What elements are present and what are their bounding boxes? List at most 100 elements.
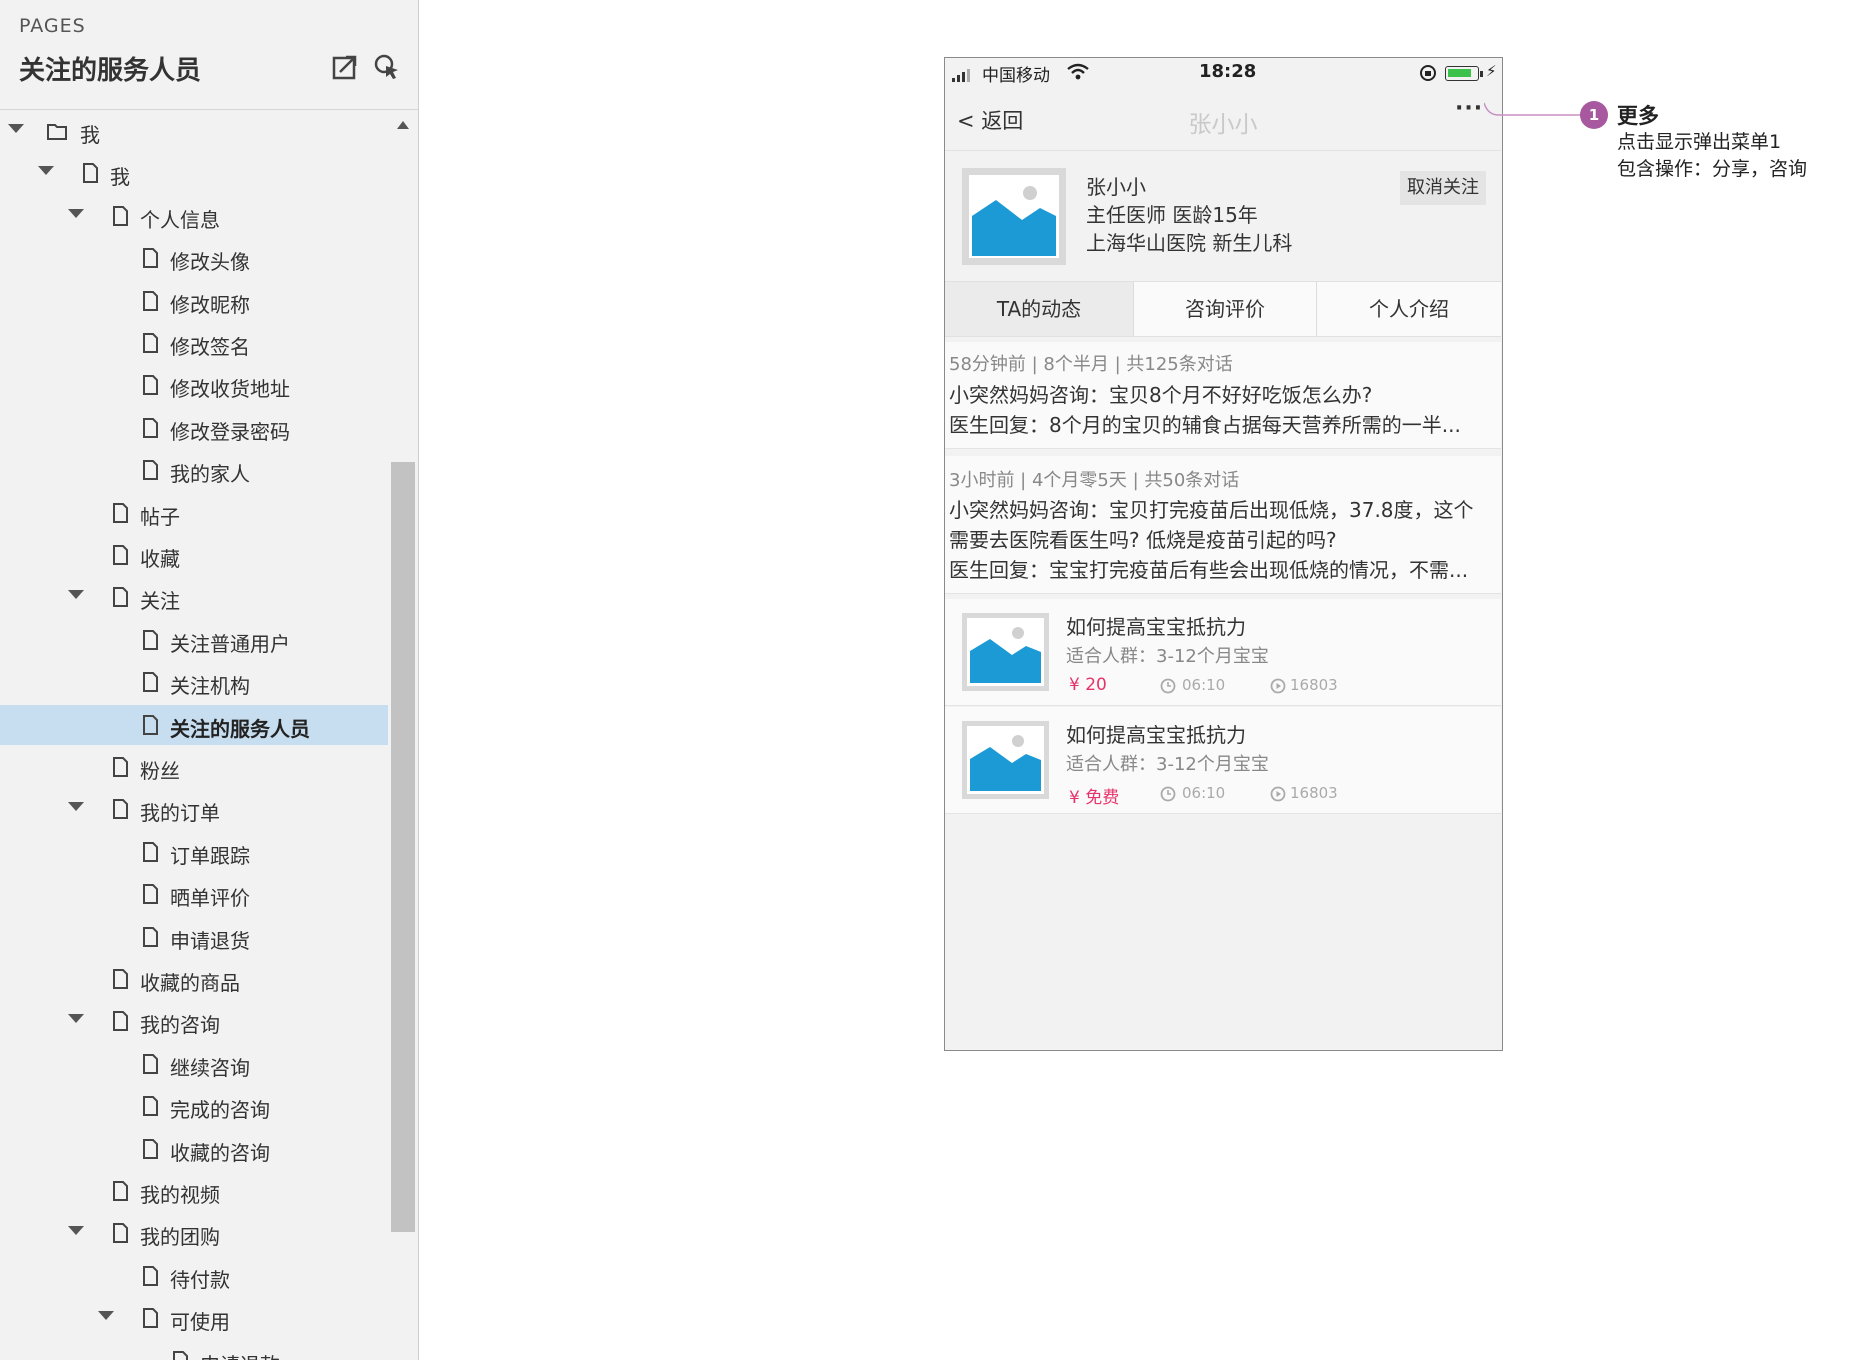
cursor-select-icon[interactable] — [372, 52, 402, 82]
tree-item-label: 我的咨询 — [140, 1013, 220, 1038]
more-button[interactable]: ··· — [1455, 96, 1483, 121]
tree-item[interactable]: 我 — [0, 153, 388, 193]
clock-icon — [1160, 786, 1176, 802]
tree-item-label: 修改昵称 — [170, 292, 250, 317]
tree-item[interactable]: 我的咨询 — [0, 1001, 388, 1041]
tree-item-label: 收藏的咨询 — [170, 1140, 270, 1165]
consult-question: 小突然妈妈咨询：宝贝打完疫苗后出现低烧，37.8度，这个 — [949, 498, 1474, 522]
page-icon — [143, 629, 158, 650]
tree-item-label: 修改签名 — [170, 335, 250, 359]
consult-question-cont: 需要去医院看医生吗? 低烧是疫苗引起的吗? — [949, 528, 1337, 552]
expand-arrow-icon[interactable] — [68, 1226, 84, 1236]
tree-item[interactable]: 申请退款 — [0, 1341, 388, 1360]
tree-item[interactable]: 修改头像 — [0, 238, 388, 278]
consult-meta: 58分钟前 | 8个半月 | 共125条对话 — [949, 354, 1233, 375]
tree-item[interactable]: 关注机构 — [0, 662, 388, 702]
unfollow-button[interactable]: 取消关注 — [1400, 171, 1486, 205]
current-page-title: 关注的服务人员 — [19, 56, 202, 86]
tree-item[interactable]: 晒单评价 — [0, 874, 388, 914]
tree-item-label: 我 — [80, 123, 100, 147]
tree-item[interactable]: 我的家人 — [0, 450, 388, 490]
tree-item[interactable]: 我的团购 — [0, 1213, 388, 1253]
phone-mockup: 中国移动 18:28 ⚡ < 返回 张小小 ··· 张小小 主任医师 医龄15年 — [944, 57, 1503, 1051]
tree-item[interactable]: 收藏 — [0, 535, 388, 575]
expand-arrow-icon[interactable] — [38, 166, 54, 176]
page-icon — [113, 1011, 128, 1032]
annotation-line-1: 点击显示弹出菜单1 — [1617, 131, 1782, 153]
expand-arrow-icon[interactable] — [68, 802, 84, 812]
tree-item-label: 关注的服务人员 — [170, 716, 310, 741]
consult-item[interactable]: 3小时前 | 4个月零5天 | 共50条对话 小突然妈妈咨询：宝贝打完疫苗后出现… — [945, 456, 1501, 594]
video-title: 如何提高宝宝抵抗力 — [1066, 615, 1246, 639]
tree-item[interactable]: 修改登录密码 — [0, 408, 388, 448]
tree-item-label: 修改登录密码 — [170, 419, 290, 444]
tree-item[interactable]: 帖子 — [0, 493, 388, 533]
page-icon — [143, 672, 158, 693]
page-icon — [113, 587, 128, 608]
tree-item[interactable]: 关注的服务人员 — [0, 704, 388, 745]
tree-item-label: 继续咨询 — [170, 1055, 250, 1080]
consult-item[interactable]: 58分钟前 | 8个半月 | 共125条对话 小突然妈妈咨询：宝贝8个月不好好吃… — [945, 342, 1501, 449]
tree-item[interactable]: 修改收货地址 — [0, 365, 388, 405]
page-icon — [113, 1223, 128, 1244]
tree-item-label: 关注 — [140, 589, 180, 614]
consult-reply: 医生回复：8个月的宝贝的辅食占据每天营养所需的一半... — [949, 413, 1461, 437]
tree-item-label: 申请退货 — [170, 928, 250, 953]
video-item[interactable]: 如何提高宝宝抵抗力 适合人群：3-12个月宝宝 ¥ 免费 06:10 16803 — [945, 707, 1501, 814]
expand-arrow-icon[interactable] — [68, 1014, 84, 1024]
tree-item[interactable]: 申请退货 — [0, 917, 388, 957]
consult-question: 小突然妈妈咨询：宝贝8个月不好好吃饭怎么办? — [949, 383, 1373, 407]
page-icon — [143, 714, 158, 735]
tab-consult-reviews[interactable]: 咨询评价 — [1134, 282, 1316, 336]
page-icon — [143, 1053, 158, 1074]
tree-item[interactable]: 关注 — [0, 577, 388, 617]
video-item[interactable]: 如何提高宝宝抵抗力 适合人群：3-12个月宝宝 ¥ 20 06:10 16803 — [945, 599, 1501, 706]
tree-item[interactable]: 修改昵称 — [0, 281, 388, 321]
video-views: 16803 — [1290, 784, 1338, 802]
tree-item[interactable]: 订单跟踪 — [0, 832, 388, 872]
tree-item[interactable]: 完成的咨询 — [0, 1086, 388, 1126]
tree-item[interactable]: 个人信息 — [0, 196, 388, 236]
page-icon — [143, 333, 158, 353]
page-icon — [83, 163, 98, 184]
tree-item[interactable]: 关注普通用户 — [0, 620, 388, 660]
tree-item[interactable]: 修改签名 — [0, 323, 388, 363]
tree-item[interactable]: 收藏的咨询 — [0, 1129, 388, 1169]
wifi-icon — [1067, 63, 1089, 80]
tree-item-label: 收藏 — [140, 547, 180, 571]
tree-item-label: 收藏的商品 — [140, 971, 240, 995]
tab-personal-intro[interactable]: 个人介绍 — [1317, 282, 1501, 336]
scroll-up-arrow-icon[interactable] — [397, 121, 409, 129]
tree-item-label: 我的订单 — [140, 801, 220, 826]
expand-arrow-icon[interactable] — [68, 590, 84, 600]
page-icon — [143, 417, 158, 438]
expand-arrow-icon[interactable] — [68, 208, 84, 218]
tree-item-label: 完成的咨询 — [170, 1098, 270, 1123]
tree-item[interactable]: 我 — [0, 111, 388, 151]
expand-arrow-icon[interactable] — [98, 1311, 114, 1321]
tree-item[interactable]: 待付款 — [0, 1256, 388, 1296]
export-icon[interactable] — [330, 52, 360, 82]
consult-meta: 3小时前 | 4个月零5天 | 共50条对话 — [949, 470, 1240, 491]
tree-item[interactable]: 收藏的商品 — [0, 959, 388, 999]
tree-item[interactable]: 我的订单 — [0, 789, 388, 829]
nav-title: 张小小 — [1188, 112, 1258, 138]
tree-item[interactable]: 我的视频 — [0, 1171, 388, 1211]
tree-item-label: 待付款 — [170, 1267, 230, 1292]
consult-reply: 医生回复：宝宝打完疫苗后有些会出现低烧的情况，不需... — [949, 558, 1469, 582]
tree-item[interactable]: 粉丝 — [0, 747, 388, 787]
tab-ta-activity[interactable]: TA的动态 — [945, 282, 1133, 336]
scrollbar-thumb[interactable] — [391, 462, 415, 1232]
play-icon — [1270, 678, 1286, 694]
tree-scrollbar[interactable] — [389, 110, 417, 1360]
page-icon — [143, 375, 158, 396]
page-icon — [113, 545, 128, 565]
tree-item-label: 帖子 — [140, 504, 180, 529]
tree-item[interactable]: 可使用 — [0, 1298, 388, 1338]
page-icon — [143, 926, 158, 947]
expand-arrow-icon[interactable] — [8, 124, 24, 133]
status-bar: 中国移动 18:28 ⚡ — [945, 58, 1501, 88]
tree-item-label: 可使用 — [170, 1310, 230, 1335]
tree-item[interactable]: 继续咨询 — [0, 1044, 388, 1084]
page-icon — [113, 1181, 128, 1201]
